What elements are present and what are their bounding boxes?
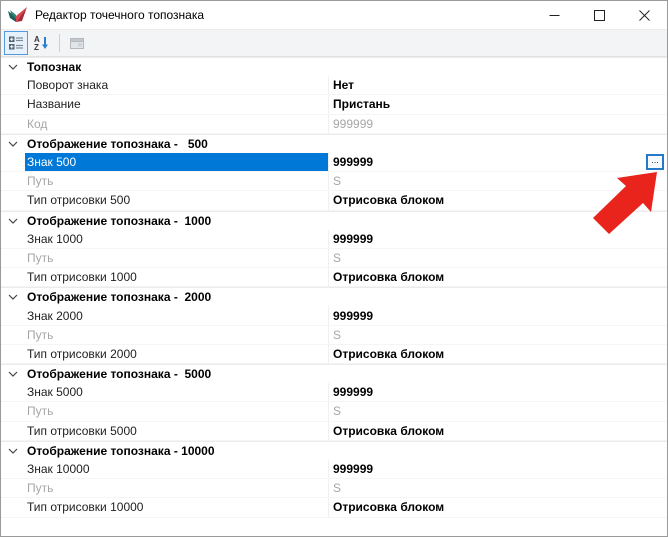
maximize-icon — [594, 10, 605, 21]
property-value[interactable]: Отрисовка блоком — [328, 191, 667, 209]
property-row-nazvanie[interactable]: Название Пристань — [1, 95, 667, 114]
category-row-5000[interactable]: Отображение топознака - 5000 — [1, 364, 667, 383]
property-grid: Топознак Поворот знака Нет Название Прис… — [1, 57, 667, 518]
property-row-znak-1000[interactable]: Знак 1000 999999 — [1, 230, 667, 249]
minimize-button[interactable] — [532, 1, 577, 29]
property-pages-icon — [69, 35, 85, 51]
close-button[interactable] — [622, 1, 667, 29]
property-row-znak-2000[interactable]: Знак 2000 999999 — [1, 306, 667, 325]
property-value[interactable]: Отрисовка блоком — [328, 422, 667, 440]
property-label: Код — [25, 115, 328, 133]
property-label: Путь — [25, 326, 328, 344]
chevron-down-icon[interactable] — [8, 448, 18, 454]
property-label: Путь — [25, 479, 328, 497]
category-row-toposnak[interactable]: Топознак — [1, 57, 667, 76]
property-row-kod[interactable]: Код 999999 — [1, 115, 667, 134]
property-row-put-5000[interactable]: Путь S — [1, 402, 667, 421]
toolbar: A Z — [1, 29, 667, 57]
property-value[interactable]: Нет — [328, 76, 667, 94]
category-row-2000[interactable]: Отображение топознака - 2000 — [1, 287, 667, 306]
property-label: Название — [25, 95, 328, 113]
window-title: Редактор точечного топознака — [35, 8, 204, 22]
categorized-view-button[interactable] — [4, 31, 28, 55]
category-label: Отображение топознака - 500 — [27, 137, 208, 151]
category-label: Отображение топознака - 5000 — [27, 367, 211, 381]
minimize-icon — [549, 10, 560, 21]
category-label: Отображение топознака - 10000 — [27, 444, 215, 458]
title-bar: Редактор точечного топознака — [1, 1, 667, 29]
property-value: S — [328, 249, 667, 267]
property-value[interactable]: 999999 — [328, 383, 667, 401]
value-text: 999999 — [333, 155, 373, 169]
property-pages-button[interactable] — [65, 31, 89, 55]
chevron-down-icon[interactable] — [8, 64, 18, 70]
maximize-button[interactable] — [577, 1, 622, 29]
property-row-put-2000[interactable]: Путь S — [1, 326, 667, 345]
property-row-put-500[interactable]: Путь S — [1, 172, 667, 191]
property-label: Путь — [25, 249, 328, 267]
categorized-icon — [8, 35, 24, 51]
category-label: Отображение топознака - 1000 — [27, 214, 211, 228]
property-value[interactable]: Отрисовка блоком — [328, 345, 667, 363]
property-row-znak-10000[interactable]: Знак 10000 999999 — [1, 460, 667, 479]
category-label: Топознак — [27, 60, 81, 74]
property-value: S — [328, 402, 667, 420]
category-row-500[interactable]: Отображение топознака - 500 — [1, 134, 667, 153]
property-label: Тип отрисовки 10000 — [25, 498, 328, 516]
chevron-down-icon[interactable] — [8, 294, 18, 300]
property-row-tip-10000[interactable]: Тип отрисовки 10000 Отрисовка блоком — [1, 498, 667, 517]
svg-text:Z: Z — [34, 43, 39, 51]
dialog-window: Редактор точечного топознака — [0, 0, 668, 537]
property-label: Знак 5000 — [25, 383, 328, 401]
property-value[interactable]: 999999 ... — [328, 153, 667, 171]
property-value[interactable]: 999999 — [328, 460, 667, 478]
property-value[interactable]: 999999 — [328, 230, 667, 248]
property-label: Знак 1000 — [25, 230, 328, 248]
property-row-tip-500[interactable]: Тип отрисовки 500 Отрисовка блоком — [1, 191, 667, 210]
chevron-down-icon[interactable] — [8, 371, 18, 377]
property-value: S — [328, 172, 667, 190]
close-icon — [639, 10, 650, 21]
category-label: Отображение топознака - 2000 — [27, 290, 211, 304]
category-row-10000[interactable]: Отображение топознака - 10000 — [1, 441, 667, 460]
property-value[interactable]: 999999 — [328, 306, 667, 324]
property-row-put-1000[interactable]: Путь S — [1, 249, 667, 268]
property-label: Путь — [25, 402, 328, 420]
property-value[interactable]: Отрисовка блоком — [328, 268, 667, 286]
property-label: Знак 2000 — [25, 306, 328, 324]
property-label: Тип отрисовки 5000 — [25, 422, 328, 440]
property-value: S — [328, 326, 667, 344]
toolbar-separator — [59, 34, 60, 52]
sort-alphabetical-button[interactable]: A Z — [29, 31, 53, 55]
property-label: Тип отрисовки 2000 — [25, 345, 328, 363]
ellipsis-button[interactable]: ... — [646, 154, 664, 170]
chevron-down-icon[interactable] — [8, 218, 18, 224]
sort-az-icon: A Z — [33, 35, 49, 51]
property-label: Тип отрисовки 500 — [25, 191, 328, 209]
property-label: Путь — [25, 172, 328, 190]
property-label: Знак 10000 — [25, 460, 328, 478]
property-row-tip-2000[interactable]: Тип отрисовки 2000 Отрисовка блоком — [1, 345, 667, 364]
property-row-znak-5000[interactable]: Знак 5000 999999 — [1, 383, 667, 402]
property-value: 999999 — [328, 115, 667, 133]
property-label: Знак 500 — [25, 153, 328, 171]
property-value[interactable]: Пристань — [328, 95, 667, 113]
category-row-1000[interactable]: Отображение топознака - 1000 — [1, 211, 667, 230]
property-row-znak-500-selected[interactable]: Знак 500 999999 ... — [1, 153, 667, 172]
property-value: S — [328, 479, 667, 497]
chevron-down-icon[interactable] — [8, 141, 18, 147]
property-row-tip-5000[interactable]: Тип отрисовки 5000 Отрисовка блоком — [1, 422, 667, 441]
property-row-put-10000[interactable]: Путь S — [1, 479, 667, 498]
property-row-tip-1000[interactable]: Тип отрисовки 1000 Отрисовка блоком — [1, 268, 667, 287]
property-row-povorot[interactable]: Поворот знака Нет — [1, 76, 667, 95]
app-logo-icon — [8, 7, 27, 23]
property-label: Поворот знака — [25, 76, 328, 94]
property-label: Тип отрисовки 1000 — [25, 268, 328, 286]
property-value[interactable]: Отрисовка блоком — [328, 498, 667, 516]
